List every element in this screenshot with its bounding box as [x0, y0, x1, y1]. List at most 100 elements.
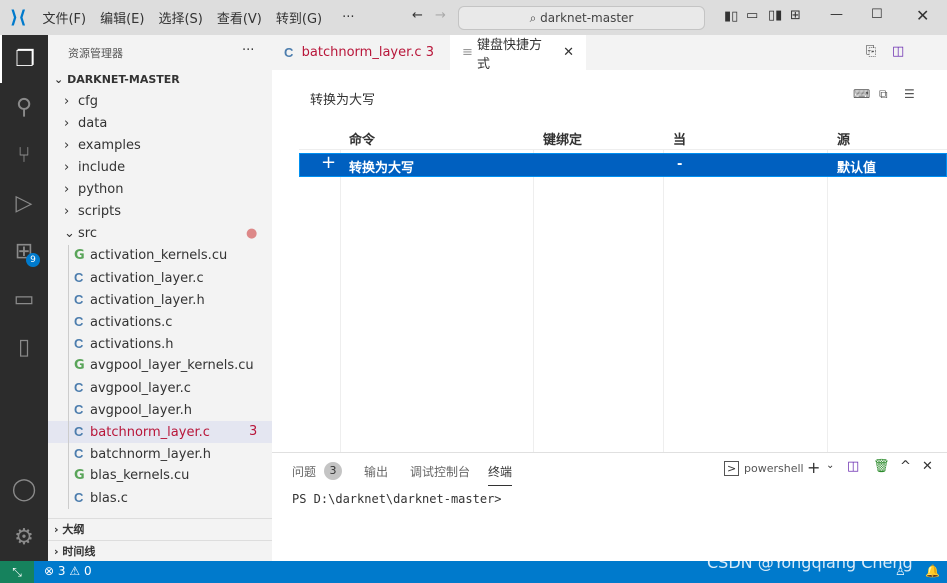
file-item[interactable]: Cactivation_layer.c: [48, 267, 272, 289]
add-keybinding-icon[interactable]: +: [321, 152, 336, 173]
forward-arrow-icon[interactable]: →: [435, 8, 446, 23]
outline-section[interactable]: › 大纲: [48, 518, 272, 540]
toggle-panel-icon[interactable]: ▭: [746, 8, 758, 23]
toggle-sidebar-icon[interactable]: ▮▯: [724, 9, 738, 24]
tab-terminal[interactable]: 终端: [488, 463, 513, 486]
folder-examples[interactable]: › examples: [48, 135, 272, 157]
timeline-section[interactable]: › 时间线: [48, 540, 272, 562]
folder-include[interactable]: › include: [48, 157, 272, 179]
folder-data[interactable]: › data: [48, 113, 272, 135]
search-icon[interactable]: ⚲: [0, 83, 48, 131]
chevron-right-icon: ›: [64, 94, 70, 109]
header-keybinding: 键绑定: [543, 133, 583, 148]
c-file-icon: C: [74, 336, 84, 351]
folder-label: data: [78, 116, 108, 131]
file-item[interactable]: Gblas_kernels.cu: [48, 465, 272, 487]
menu-go[interactable]: 转到(G): [276, 8, 322, 27]
column-divider: [533, 150, 534, 452]
clear-input-icon[interactable]: ☰: [904, 87, 915, 101]
folder-src[interactable]: ⌄ src ●: [48, 223, 272, 245]
more-actions-button[interactable]: ···: [242, 43, 254, 58]
folder-scripts[interactable]: › scripts: [48, 201, 272, 223]
notebook-icon[interactable]: ▯: [0, 323, 48, 371]
keybindings-search-input[interactable]: 转换为大写: [310, 89, 375, 108]
back-arrow-icon[interactable]: ←: [412, 8, 423, 23]
folder-python[interactable]: › python: [48, 179, 272, 201]
tab-batchnorm-layer-c[interactable]: C batchnorm_layer.c 3: [272, 35, 450, 70]
folder-label: include: [78, 160, 126, 175]
file-label: blas.c: [90, 491, 128, 506]
terminal-icon: >: [724, 461, 740, 476]
chevron-down-icon: ⌄: [54, 73, 64, 86]
menu-more[interactable]: ···: [342, 10, 354, 25]
split-terminal-icon[interactable]: ◫: [847, 459, 859, 474]
close-panel-icon[interactable]: ✕: [922, 459, 933, 474]
split-editor-icon[interactable]: ◫: [892, 44, 904, 59]
terminal-shell-name[interactable]: powershell: [744, 462, 804, 475]
remote-icon[interactable]: ⤡: [0, 561, 34, 583]
close-tab-icon[interactable]: ✕: [563, 45, 574, 60]
menu-selection[interactable]: 选择(S): [158, 8, 202, 27]
sort-precedence-icon[interactable]: ⧉: [879, 87, 888, 102]
command-center-search[interactable]: ⌕ darknet-master: [458, 6, 705, 30]
file-item[interactable]: Gactivation_kernels.cu: [48, 245, 272, 267]
file-item[interactable]: Cactivation_layer.h: [48, 289, 272, 311]
file-item[interactable]: Cbatchnorm_layer.c 3: [48, 421, 272, 443]
menu-view[interactable]: 查看(V): [217, 8, 262, 27]
file-item[interactable]: Cavgpool_layer.h: [48, 399, 272, 421]
source-control-icon[interactable]: ⑂: [0, 131, 48, 179]
folder-cfg[interactable]: › cfg: [48, 91, 272, 113]
toggle-secondary-sidebar-icon[interactable]: ▯▮: [768, 8, 782, 23]
open-json-icon[interactable]: ⎘: [866, 44, 876, 59]
file-item[interactable]: Cbatchnorm_layer.h: [48, 443, 272, 465]
problem-badge: 3: [249, 424, 258, 439]
menu-file[interactable]: 文件(F): [42, 8, 86, 27]
cell-command: 转换为大写: [349, 161, 415, 176]
file-item[interactable]: Cactivations.h: [48, 333, 272, 355]
minimize-icon[interactable]: —: [830, 7, 843, 22]
explorer-icon[interactable]: ❐: [0, 35, 48, 83]
file-label: activation_layer.c: [90, 271, 204, 286]
tab-output[interactable]: 输出: [364, 463, 388, 480]
maximize-icon[interactable]: ☐: [871, 7, 883, 22]
c-file-icon: C: [74, 292, 84, 307]
title-bar: ⟩⟨ 文件(F) 编辑(E) 选择(S) 查看(V) 转到(G) ··· ← →…: [0, 0, 947, 35]
file-label: avgpool_layer_kernels.cu: [90, 358, 254, 373]
terminal-prompt[interactable]: PS D:\darknet\darknet-master>: [292, 492, 502, 506]
vscode-logo-icon: ⟩⟨: [10, 7, 27, 28]
problems-status[interactable]: ⊗ 3 ⚠ 0: [44, 564, 92, 578]
close-window-icon[interactable]: ✕: [916, 6, 929, 25]
new-terminal-icon[interactable]: +: [807, 458, 820, 477]
file-item[interactable]: Cblas.c: [48, 487, 272, 509]
settings-gear-icon[interactable]: ⚙: [0, 513, 48, 561]
search-text: darknet-master: [540, 11, 634, 25]
file-label: batchnorm_layer.c: [90, 425, 210, 440]
tab-problems[interactable]: 问题: [292, 463, 316, 480]
trash-icon[interactable]: 🗑: [873, 459, 890, 474]
tab-debug-console[interactable]: 调试控制台: [410, 463, 470, 480]
chevron-right-icon: ›: [64, 138, 70, 153]
record-keys-icon[interactable]: ⌨: [853, 87, 870, 101]
layout-icon[interactable]: ⊞: [790, 8, 801, 23]
maximize-panel-icon[interactable]: ^: [900, 459, 911, 474]
file-item[interactable]: Cavgpool_layer.c: [48, 377, 272, 399]
file-item[interactable]: Cactivations.c: [48, 311, 272, 333]
root-folder[interactable]: ⌄ DARKNET-MASTER: [48, 69, 272, 91]
header-command: 命令: [349, 133, 376, 148]
file-item[interactable]: Gavgpool_layer_kernels.cu: [48, 355, 272, 377]
notifications-bell-icon[interactable]: 🔔: [925, 564, 940, 578]
tab-label: 键盘快捷方式: [477, 37, 543, 72]
account-icon[interactable]: ◯: [0, 465, 48, 513]
chevron-right-icon: ›: [64, 160, 70, 175]
chevron-down-icon[interactable]: ⌄: [826, 460, 834, 471]
run-debug-icon[interactable]: ▷: [0, 179, 48, 227]
chevron-right-icon: ›: [64, 204, 70, 219]
remote-explorer-icon[interactable]: ▭: [0, 275, 48, 323]
tab-keyboard-shortcuts[interactable]: ≡ 键盘快捷方式 ✕: [450, 35, 586, 72]
folder-label: python: [78, 182, 124, 197]
extensions-icon[interactable]: ⊞ 9: [0, 227, 48, 275]
file-label: blas_kernels.cu: [90, 468, 190, 483]
menu-edit[interactable]: 编辑(E): [100, 8, 144, 27]
c-file-icon: C: [74, 402, 84, 417]
accounts-icon[interactable]: ♙: [895, 564, 906, 578]
